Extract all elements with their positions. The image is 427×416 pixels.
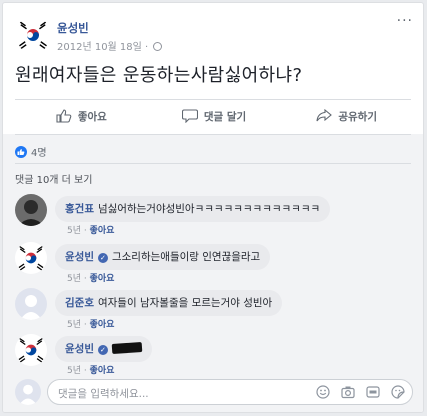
gif-icon[interactable] (365, 384, 381, 400)
camera-icon[interactable] (340, 384, 356, 400)
default-profile-icon (15, 288, 47, 320)
sticker-icon[interactable] (390, 384, 406, 400)
comment-text: 그소리하는애들이랑 인연끊을라고 (111, 251, 261, 263)
comment-like-link[interactable]: 좋아요 (90, 320, 115, 330)
divider (15, 99, 411, 100)
default-profile-icon (15, 379, 41, 405)
comment-meta: 5년 · 좋아요 (67, 320, 115, 330)
comment-item: 김준호 여자들이 남자볼줄을 모르는거야 성빈아 5년 · 좋아요 (15, 288, 413, 330)
comment-time[interactable]: 5년 (67, 366, 81, 376)
share-label: 공유하기 (338, 110, 377, 123)
like-label: 좋아요 (77, 110, 107, 123)
commenter-name[interactable]: 윤성빈 (65, 343, 94, 355)
comment-like-link[interactable]: 좋아요 (90, 366, 115, 376)
globe-icon (153, 42, 163, 51)
like-reaction-icon (15, 145, 27, 158)
commenter-avatar[interactable] (15, 288, 47, 320)
post-header: 윤성빈 2012년 10월 18일 · ··· (15, 13, 413, 53)
share-button[interactable]: 공유하기 (280, 104, 413, 128)
reaction-count: 4명 (31, 148, 47, 159)
author-avatar[interactable] (15, 17, 51, 53)
comment-label: 댓글 달기 (203, 110, 247, 123)
comment-bubble: 윤성빈 ✓ 그소리하는애들이랑 인연끊을라고 (55, 244, 271, 270)
comment-meta: 5년 · 좋아요 (67, 274, 115, 284)
comment-composer: 댓글을 입력하세요... (15, 377, 413, 407)
action-bar: 좋아요 댓글 달기 공유하기 (15, 104, 413, 128)
thumbs-up-icon (56, 109, 72, 123)
divider (15, 134, 411, 135)
emoji-icon[interactable] (315, 384, 331, 400)
comment-like-link[interactable]: 좋아요 (90, 274, 115, 284)
korean-flag-avatar-image (15, 334, 47, 366)
comment-meta: 5년 · 좋아요 (67, 226, 115, 236)
verified-badge-icon: ✓ (97, 253, 108, 263)
comment-icon (181, 109, 198, 123)
korean-flag-avatar-image (15, 17, 51, 53)
commenter-name[interactable]: 홍건표 (65, 203, 94, 215)
reaction-summary[interactable]: 4명 (15, 144, 47, 159)
comment-time[interactable]: 5년 (67, 226, 81, 236)
comment-text: 여자들이 남자볼줄을 모르는거야 성빈아 (97, 297, 273, 309)
post-text: 원래여자들은 운동하는사람싫어하냐? (15, 65, 303, 86)
post-meta: 2012년 10월 18일 · (57, 38, 163, 53)
comment-time[interactable]: 5년 (67, 320, 81, 330)
commenter-name[interactable]: 김준호 (65, 297, 94, 309)
commenter-avatar[interactable] (15, 334, 47, 366)
like-button[interactable]: 좋아요 (15, 104, 148, 128)
author-name[interactable]: 윤성빈 (57, 20, 89, 36)
post-card: 윤성빈 2012년 10월 18일 · ··· 원래여자들은 운동하는사람싫어하… (2, 2, 424, 413)
verified-badge-icon: ✓ (97, 345, 108, 355)
comment-button[interactable]: 댓글 달기 (148, 104, 281, 128)
feedback-section: 4명 댓글 10개 더 보기 홍건표 넘싫어하는거야성빈아ㅋㅋㅋㅋㅋㅋㅋㅋㅋㅋㅋㅋ… (3, 134, 423, 412)
view-more-comments-link[interactable]: 댓글 10개 더 보기 (15, 171, 92, 186)
commenter-avatar[interactable] (15, 194, 47, 226)
comment-item: 홍건표 넘싫어하는거야성빈아ㅋㅋㅋㅋㅋㅋㅋㅋㅋㅋㅋㅋㅋ 5년 · 좋아요 (15, 194, 413, 236)
commenter-avatar[interactable] (15, 242, 47, 274)
comment-bubble: 윤성빈 ✓ (55, 336, 152, 362)
comment-input[interactable]: 댓글을 입력하세요... (47, 379, 413, 405)
comment-time[interactable]: 5년 (67, 274, 81, 284)
korean-flag-avatar-image (15, 242, 47, 274)
comment-input-placeholder: 댓글을 입력하세요... (58, 388, 149, 400)
composer-icons (315, 384, 406, 400)
comment-like-link[interactable]: 좋아요 (90, 226, 115, 236)
redacted-text-scribble (111, 341, 143, 355)
commenter-name[interactable]: 윤성빈 (65, 251, 94, 263)
comment-bubble: 김준호 여자들이 남자볼줄을 모르는거야 성빈아 (55, 290, 283, 316)
commenter-photo-image (15, 194, 47, 226)
divider (15, 163, 411, 164)
comment-meta: 5년 · 좋아요 (67, 366, 115, 376)
share-icon (316, 109, 333, 122)
more-options-button[interactable]: ··· (397, 13, 413, 29)
comment-item: 윤성빈 ✓ 그소리하는애들이랑 인연끊을라고 5년 · 좋아요 (15, 242, 413, 284)
comment-bubble: 홍건표 넘싫어하는거야성빈아ㅋㅋㅋㅋㅋㅋㅋㅋㅋㅋㅋㅋㅋ (55, 196, 331, 222)
my-avatar (15, 379, 41, 405)
comment-text: 넘싫어하는거야성빈아ㅋㅋㅋㅋㅋㅋㅋㅋㅋㅋㅋㅋㅋ (97, 203, 321, 215)
comment-item: 윤성빈 ✓ 5년 · 좋아요 (15, 334, 413, 376)
post-timestamp[interactable]: 2012년 10월 18일 · (57, 42, 148, 53)
